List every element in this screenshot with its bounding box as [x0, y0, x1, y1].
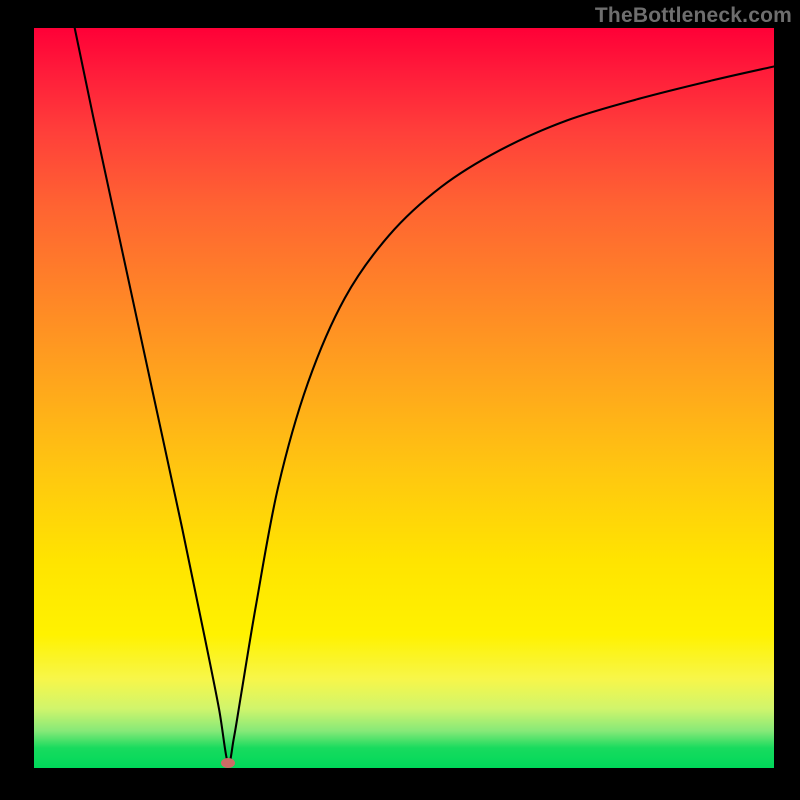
chart-frame: TheBottleneck.com: [0, 0, 800, 800]
watermark-text: TheBottleneck.com: [595, 4, 792, 28]
bottleneck-curve: [75, 28, 774, 764]
curve-svg: [34, 28, 774, 768]
plot-area: [34, 28, 774, 768]
optimum-marker: [221, 758, 235, 768]
